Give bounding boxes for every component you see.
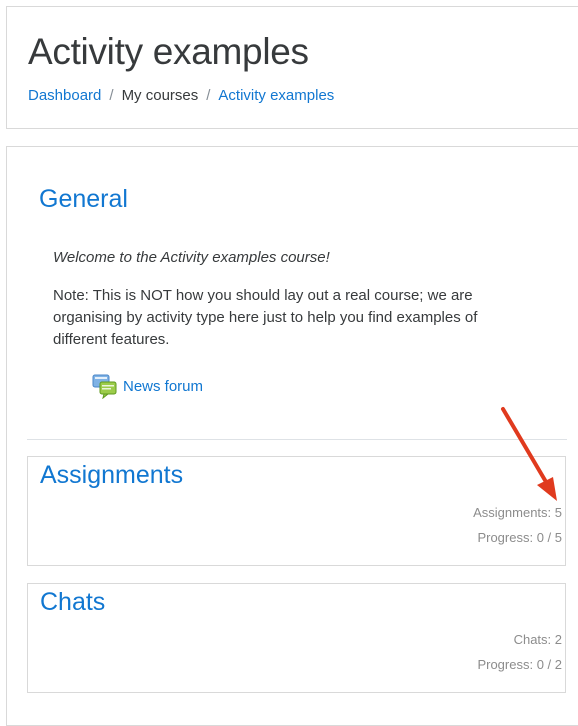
section-divider — [27, 439, 567, 440]
breadcrumb-separator: / — [206, 87, 211, 104]
news-forum-label: News forum — [123, 377, 204, 395]
assignments-count: Assignments: 5 — [473, 505, 562, 520]
breadcrumb: Dashboard / My courses / Activity exampl… — [28, 87, 334, 104]
assignments-progress: Progress: 0 / 5 — [477, 530, 562, 545]
breadcrumb-separator: / — [109, 87, 114, 104]
breadcrumb-activity-examples[interactable]: Activity examples — [218, 87, 334, 104]
welcome-text: Welcome to the Activity examples course! — [53, 249, 330, 266]
section-general-title[interactable]: General — [39, 185, 128, 214]
chats-progress: Progress: 0 / 2 — [477, 657, 562, 672]
breadcrumb-my-courses: My courses — [121, 87, 199, 104]
section-chats-title[interactable]: Chats — [40, 588, 105, 617]
news-forum-link[interactable]: News forum — [92, 373, 204, 400]
forum-icon — [92, 373, 118, 400]
breadcrumb-dashboard[interactable]: Dashboard — [28, 87, 101, 104]
page-title: Activity examples — [28, 31, 309, 72]
section-chats: Chats Chats: 2 Progress: 0 / 2 — [27, 583, 566, 693]
section-assignments-title[interactable]: Assignments — [40, 461, 183, 490]
course-content: General Welcome to the Activity examples… — [6, 146, 578, 726]
section-general-summary: Welcome to the Activity examples course!… — [53, 247, 523, 367]
section-assignments: Assignments Assignments: 5 Progress: 0 /… — [27, 456, 566, 566]
note-text: Note: This is NOT how you should lay out… — [53, 287, 478, 348]
chats-count: Chats: 2 — [513, 632, 562, 647]
page-header: Activity examples Dashboard / My courses… — [6, 6, 578, 129]
